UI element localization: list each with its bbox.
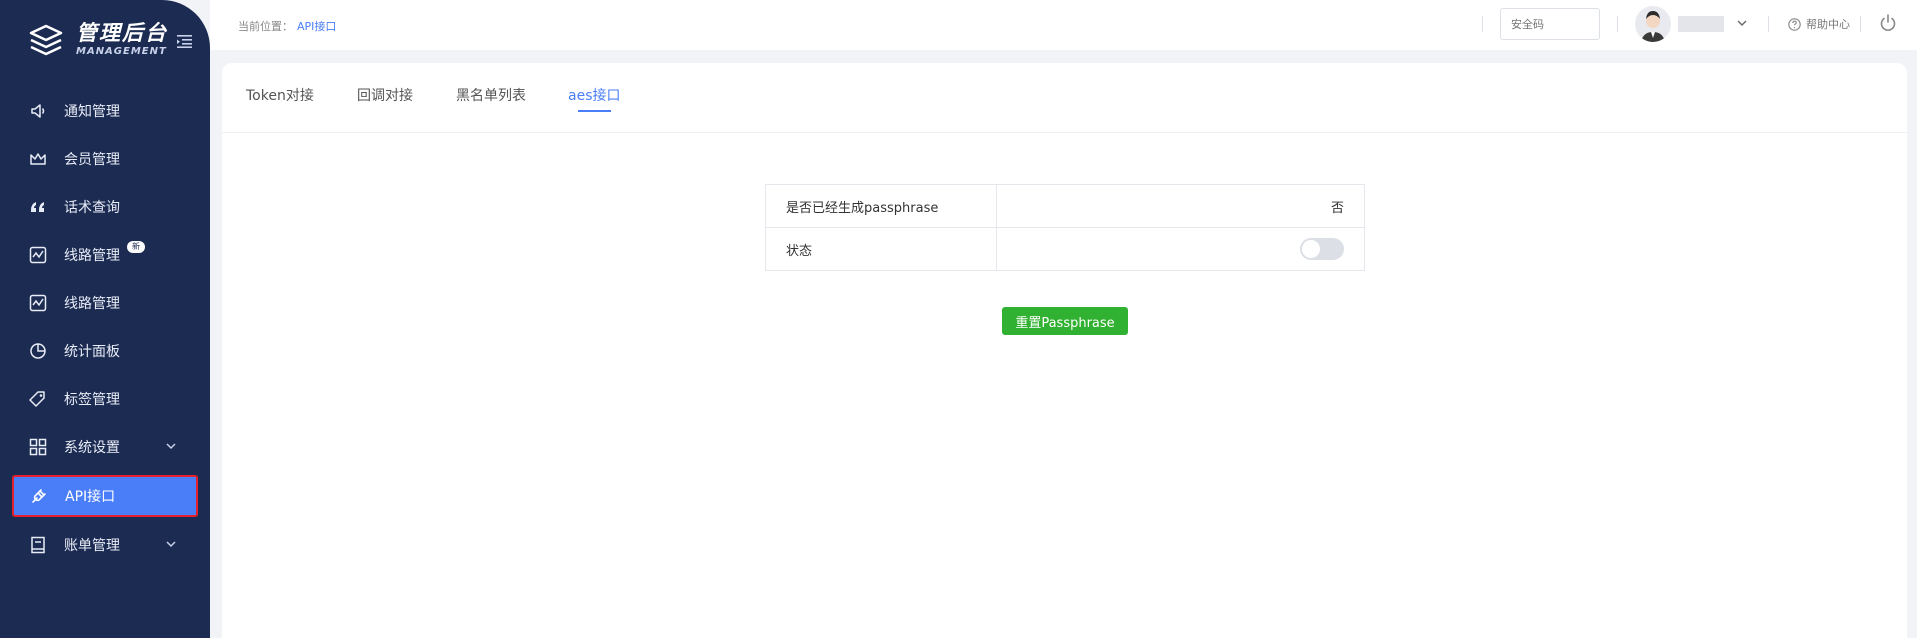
chevron-down-icon[interactable]	[1737, 18, 1747, 28]
sidebar-item-label: 话术查询	[64, 200, 120, 216]
sidebar-item-label: 通知管理	[64, 104, 120, 120]
status-label: 状态	[765, 227, 997, 271]
new-badge: 新	[127, 241, 145, 253]
sidebar-item-api[interactable]: API接口	[12, 475, 198, 517]
logo: 管理后台 MANAGEMENT	[28, 22, 168, 58]
speaker-icon	[29, 102, 47, 120]
help-center-label: 帮助中心	[1806, 18, 1850, 31]
tab-bar: Token对接 回调对接 黑名单列表 aes接口	[222, 63, 1907, 133]
status-toggle[interactable]	[1300, 238, 1344, 260]
tab-blacklist[interactable]: 黑名单列表	[456, 85, 526, 105]
sidebar-item-label: 标签管理	[64, 392, 120, 408]
passphrase-generated-label: 是否已经生成passphrase	[765, 184, 997, 228]
help-center-link[interactable]: 帮助中心	[1788, 16, 1850, 32]
collapse-menu-icon[interactable]	[177, 34, 192, 48]
toggle-knob	[1302, 240, 1320, 258]
sidebar-item-notifications[interactable]: 通知管理	[0, 87, 210, 135]
username-masked	[1678, 16, 1724, 32]
sidebar-item-label: API接口	[65, 489, 116, 505]
breadcrumb: 当前位置： API接口	[238, 18, 336, 34]
book-icon	[29, 536, 47, 554]
breadcrumb-prefix: 当前位置：	[238, 20, 293, 33]
logo-title: 管理后台	[76, 21, 168, 45]
divider	[1768, 16, 1769, 32]
crown-icon	[29, 150, 47, 168]
divider	[1860, 16, 1861, 32]
sidebar-item-label: 系统设置	[64, 440, 120, 456]
main-card: Token对接 回调对接 黑名单列表 aes接口 是否已经生成passphras…	[222, 63, 1907, 638]
sidebar-item-label: 线路管理	[64, 248, 120, 264]
tab-token[interactable]: Token对接	[246, 85, 314, 105]
aes-info-table: 是否已经生成passphrase 否 状态	[765, 184, 1365, 271]
divider	[1482, 16, 1483, 32]
route-icon	[29, 294, 47, 312]
avatar[interactable]	[1635, 6, 1671, 42]
passphrase-generated-value: 否	[996, 184, 1365, 228]
power-icon[interactable]	[1878, 13, 1898, 33]
grid-icon	[29, 438, 47, 456]
chevron-down-icon	[166, 443, 176, 450]
sidebar-item-label: 线路管理	[64, 296, 120, 312]
chevron-down-icon	[166, 541, 176, 548]
sidebar-item-routes-new[interactable]: 线路管理 新	[0, 231, 210, 279]
tag-icon	[29, 390, 47, 408]
sidebar-nav: 通知管理 会员管理 话术查询 线路管理 新 线路管理 统计面板 标签管理 系统设…	[0, 87, 210, 569]
table-row: 状态	[765, 227, 1365, 271]
pie-chart-icon	[29, 342, 47, 360]
quote-icon	[29, 198, 47, 216]
tab-callback[interactable]: 回调对接	[357, 85, 413, 105]
sidebar-item-label: 账单管理	[64, 538, 120, 554]
table-row: 是否已经生成passphrase 否	[765, 184, 1365, 228]
sidebar-item-statistics[interactable]: 统计面板	[0, 327, 210, 375]
sidebar-item-settings[interactable]: 系统设置	[0, 423, 210, 471]
sidebar-item-label: 统计面板	[64, 344, 120, 360]
breadcrumb-current[interactable]: API接口	[297, 20, 336, 33]
logo-subtitle: MANAGEMENT	[76, 46, 167, 57]
security-code-input[interactable]	[1500, 8, 1600, 40]
layers-logo-icon	[29, 24, 63, 56]
sidebar-item-billing[interactable]: 账单管理	[0, 521, 210, 569]
topbar: 当前位置： API接口 帮助中心	[210, 0, 1917, 50]
plug-icon	[30, 487, 48, 505]
sidebar-item-routes[interactable]: 线路管理	[0, 279, 210, 327]
sidebar: 管理后台 MANAGEMENT 通知管理 会员管理 话术查询 线路管理 新 线路…	[0, 0, 210, 638]
reset-passphrase-button[interactable]: 重置Passphrase	[1002, 307, 1128, 335]
route-icon	[29, 246, 47, 264]
sidebar-item-members[interactable]: 会员管理	[0, 135, 210, 183]
tab-aes[interactable]: aes接口	[568, 85, 621, 112]
sidebar-item-scripts[interactable]: 话术查询	[0, 183, 210, 231]
divider	[1617, 16, 1618, 32]
question-circle-icon	[1788, 17, 1801, 31]
sidebar-item-label: 会员管理	[64, 152, 120, 168]
sidebar-item-tags[interactable]: 标签管理	[0, 375, 210, 423]
